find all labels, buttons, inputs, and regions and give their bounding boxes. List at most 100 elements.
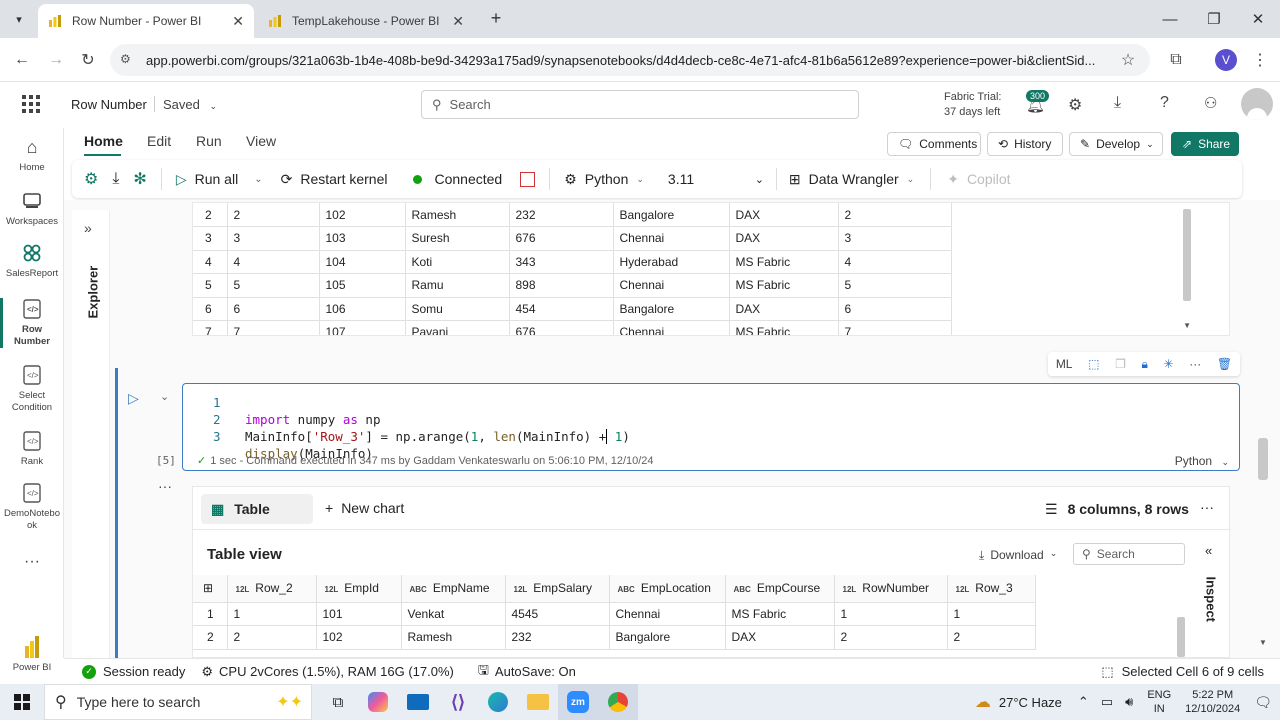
tab-new-chart[interactable]: + New chart	[325, 500, 404, 516]
select-cell-icon[interactable]: ⬚	[1088, 357, 1099, 371]
network-icon[interactable]: ▭	[1101, 694, 1113, 710]
tab-table[interactable]: ▦ Table	[201, 494, 313, 524]
back-icon[interactable]: ←	[10, 48, 34, 72]
tab-view[interactable]: View	[246, 133, 276, 149]
session-status[interactable]: ✓ Session ready	[82, 664, 185, 679]
trial-status[interactable]: Fabric Trial: 37 days left	[944, 90, 1001, 120]
download-icon[interactable]: ⤓	[112, 170, 119, 188]
tray-chevron-icon[interactable]: ⌃	[1078, 694, 1089, 710]
clock[interactable]: 5:22 PM 12/10/2024	[1185, 688, 1240, 716]
run-cell-button[interactable]: ▷	[128, 390, 139, 407]
weather-widget[interactable]: ☁ 27°C Haze	[975, 692, 1062, 712]
data-wrangler-button[interactable]: ⊞ Data Wrangler ⌄	[789, 171, 914, 188]
rail-item-home[interactable]: ⌂ Home	[0, 136, 64, 174]
table-cell[interactable]: 2	[834, 625, 948, 650]
chrome-icon[interactable]	[598, 684, 638, 720]
output-more-options-icon[interactable]: ···	[1200, 499, 1214, 515]
inspect-label[interactable]: Inspect	[1204, 577, 1219, 637]
restart-kernel-button[interactable]: ⟳ Restart kernel	[281, 171, 388, 188]
version-dropdown[interactable]: 3.11 ⌄	[668, 171, 764, 187]
notebook-settings-icon[interactable]: ⚙	[84, 169, 98, 189]
profile-avatar[interactable]: V	[1215, 49, 1237, 71]
taskbar-search-input[interactable]: ⚲ Type here to search ✦✦	[44, 684, 312, 720]
stop-session-icon[interactable]	[520, 171, 536, 187]
table-cell[interactable]: 1	[834, 602, 948, 626]
select-all-icon[interactable]: ⊞	[193, 575, 228, 603]
output-summary[interactable]: ☰ 8 columns, 8 rows	[1045, 501, 1189, 518]
tab-home[interactable]: Home	[84, 133, 123, 149]
copilot-button[interactable]: ✦ Copilot	[947, 171, 1010, 188]
table-cell[interactable]: 2	[227, 625, 317, 650]
table-cell[interactable]: MS Fabric	[725, 602, 835, 626]
scroll-down-arrow[interactable]: ▼	[1183, 321, 1191, 330]
rail-item-powerbi[interactable]: Power BI	[0, 636, 64, 674]
output-more-icon[interactable]: ···	[158, 478, 172, 494]
collapse-inspect-icon[interactable]: «	[1205, 543, 1212, 558]
extensions-icon[interactable]: ⧉	[1164, 48, 1188, 72]
close-tab-icon[interactable]: ✕	[232, 13, 244, 30]
code-cell[interactable]: 1 2 3 import numpy as np MainInfo['Row_3'…	[182, 383, 1240, 471]
rail-item-salesreport[interactable]: SalesReport	[0, 242, 64, 280]
markdown-toggle-button[interactable]: ML	[1056, 357, 1073, 371]
browser-menu-icon[interactable]: ⋮	[1248, 48, 1272, 72]
explorer-panel-collapsed[interactable]: » Explorer	[72, 210, 110, 658]
global-search-input[interactable]: ⚲ Search	[421, 90, 859, 119]
table-cell[interactable]: 1	[947, 602, 1036, 626]
column-header[interactable]: 12L RowNumber	[834, 575, 948, 603]
rail-more-icon[interactable]: ···	[0, 554, 64, 570]
rail-item-workspaces[interactable]: Workspaces	[0, 190, 64, 228]
column-header[interactable]: 12L Row_2	[227, 575, 317, 603]
new-tab-button[interactable]: +	[484, 8, 508, 30]
autosave-status[interactable]: 🖫︎ AutoSave: On	[478, 661, 576, 683]
column-header[interactable]: ABC EmpName	[401, 575, 506, 603]
help-icon[interactable]: ?	[1160, 94, 1169, 112]
code-editor[interactable]: import numpy as np MainInfo['Row_3'] = np…	[245, 394, 630, 496]
delete-cell-icon[interactable]: 🗑︎	[1217, 357, 1232, 371]
table-cell[interactable]: DAX	[725, 625, 835, 650]
zoom-icon[interactable]: zm	[558, 684, 598, 720]
develop-button[interactable]: ✎ Develop ⌄	[1069, 132, 1163, 156]
column-header[interactable]: 12L EmpSalary	[505, 575, 610, 603]
notifications-tray-icon[interactable]: 🗨︎	[1254, 694, 1272, 711]
table-cell[interactable]: 4545	[505, 602, 610, 626]
close-tab-icon[interactable]: ✕	[452, 13, 464, 30]
app-launcher-icon[interactable]	[22, 95, 40, 113]
rail-item-select-condition[interactable]: </> Select Condition	[0, 364, 64, 414]
table-cell[interactable]: 1	[193, 602, 228, 626]
page-scrollbar[interactable]	[1258, 438, 1268, 480]
address-bar[interactable]: app.powerbi.com/groups/321a063b-1b4e-408…	[110, 44, 1150, 76]
download-icon[interactable]: ⤓	[1114, 94, 1121, 112]
language-dropdown[interactable]: ⚙ Python ⌄	[564, 171, 644, 188]
column-header[interactable]: ABC EmpCourse	[725, 575, 835, 603]
cell-language-dropdown[interactable]: Python ⌄	[1175, 454, 1229, 468]
column-header[interactable]: ABC EmpLocation	[609, 575, 726, 603]
expand-explorer-icon[interactable]: »	[84, 220, 92, 236]
run-all-button[interactable]: ▷ Run all	[176, 171, 238, 188]
settings-icon[interactable]: ⚙	[1068, 95, 1082, 115]
system-tray[interactable]: ⌃ ▭ 🔊︎	[1078, 694, 1133, 710]
table-cell[interactable]: 2	[193, 625, 228, 650]
table-search-input[interactable]: ⚲ Search	[1073, 543, 1185, 565]
tab-list-button[interactable]: ▾	[8, 8, 30, 30]
run-all-chevron-icon[interactable]: ⌄	[254, 174, 262, 185]
browser-tab[interactable]: Row Number - Power BI ✕	[38, 4, 254, 38]
minimize-button[interactable]: —	[1150, 6, 1190, 32]
connection-status[interactable]: Connected	[413, 171, 502, 187]
vertical-scrollbar[interactable]	[1183, 209, 1191, 301]
tab-edit[interactable]: Edit	[147, 133, 171, 149]
task-view-icon[interactable]: ⧉	[318, 684, 358, 720]
table-cell[interactable]: 102	[316, 625, 402, 650]
table-cell[interactable]: 1	[227, 602, 317, 626]
saved-status[interactable]: Saved ⌄	[163, 97, 217, 112]
close-window-button[interactable]: ✕	[1238, 6, 1278, 32]
edge-icon[interactable]	[478, 684, 518, 720]
history-button[interactable]: ⟲ History	[987, 132, 1063, 156]
output-scrollbar[interactable]	[1177, 617, 1185, 657]
share-button[interactable]: ⇗ Share	[1171, 132, 1239, 156]
table-cell[interactable]: 232	[505, 625, 610, 650]
column-header[interactable]: 12L EmpId	[316, 575, 402, 603]
share-feedback-icon[interactable]: ⚇	[1204, 94, 1217, 112]
table-cell[interactable]: 101	[316, 602, 402, 626]
download-button[interactable]: ⤓ Download ⌄	[979, 548, 1057, 563]
forward-icon[interactable]: →	[44, 48, 68, 72]
